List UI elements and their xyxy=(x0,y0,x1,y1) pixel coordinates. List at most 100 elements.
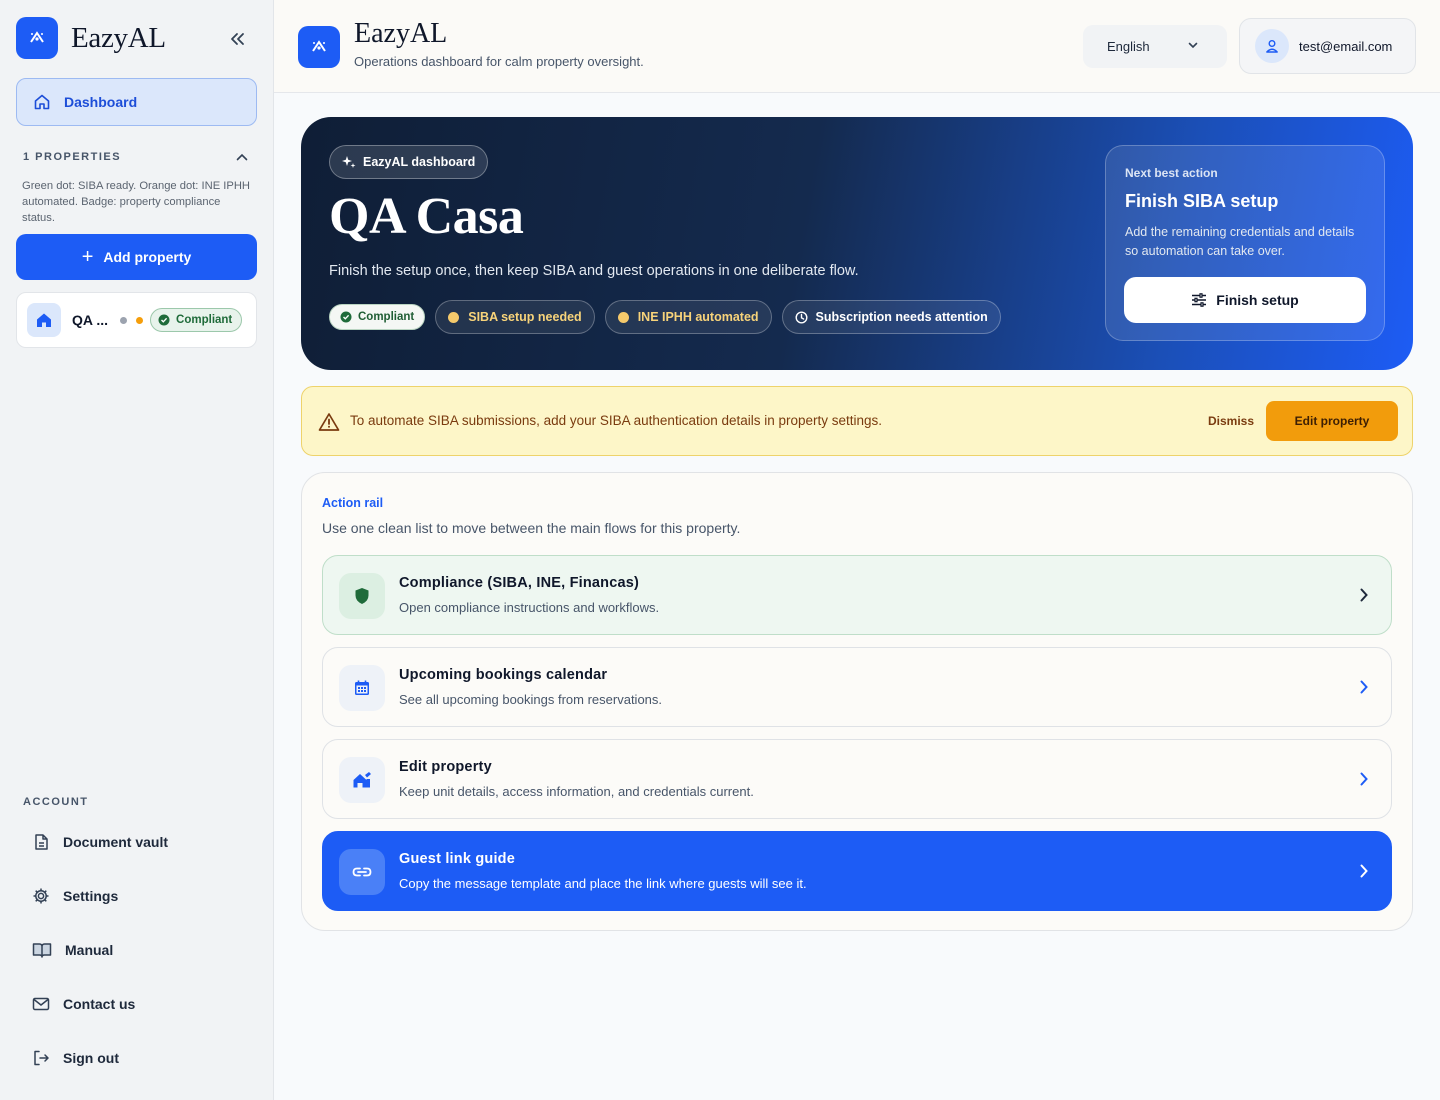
user-icon xyxy=(1255,29,1289,63)
alert-message: To automate SIBA submissions, add your S… xyxy=(350,413,883,428)
property-title: QA Casa xyxy=(329,188,524,245)
link-icon xyxy=(339,849,385,895)
rail-item-bookings-calendar[interactable]: Upcoming bookings calendar See all upcom… xyxy=(322,647,1392,727)
sidebar-item-settings[interactable]: Settings xyxy=(22,876,257,916)
account-header: ACCOUNT xyxy=(23,796,89,808)
brand-name: EazyAL xyxy=(71,21,166,54)
sign-out-icon xyxy=(34,1050,49,1066)
sidebar-item-manual[interactable]: Manual xyxy=(22,930,257,970)
property-home-icon xyxy=(27,303,61,337)
home-edit-icon xyxy=(339,757,385,803)
book-icon xyxy=(32,943,52,958)
rail-item-title: Guest link guide xyxy=(399,851,515,867)
sidebar-item-label: Document vault xyxy=(63,834,169,850)
top-header: EazyAL Operations dashboard for calm pro… xyxy=(274,0,1440,93)
sidebar-item-sign-out[interactable]: Sign out xyxy=(22,1038,257,1078)
compliant-badge-label: Compliant xyxy=(358,311,415,323)
hero-card: EazyAL dashboard QA Casa Finish the setu… xyxy=(301,117,1413,370)
rail-item-edit-property[interactable]: Edit property Keep unit details, access … xyxy=(322,739,1392,819)
user-email: test@email.com xyxy=(1299,38,1393,54)
property-compliance-badge: Compliant xyxy=(150,308,243,332)
sparkle-icon xyxy=(342,156,356,168)
rail-item-description: Copy the message template and place the … xyxy=(399,876,807,891)
ine-badge-label: INE IPHH automated xyxy=(637,310,759,324)
siba-alert-banner: To automate SIBA submissions, add your S… xyxy=(301,386,1413,456)
property-item-qa-casa[interactable]: QA ... Compliant xyxy=(16,292,257,348)
property-badge-label: Compliant xyxy=(176,314,233,326)
sidebar-item-label: Settings xyxy=(63,888,119,904)
next-action-eyebrow: Next best action xyxy=(1125,166,1218,180)
rail-item-title: Upcoming bookings calendar xyxy=(399,667,608,683)
rail-item-description: See all upcoming bookings from reservati… xyxy=(399,692,663,707)
rail-subtitle: Use one clean list to move between the m… xyxy=(322,520,741,536)
rail-eyebrow: Action rail xyxy=(322,496,384,510)
brand-logo-icon xyxy=(16,17,58,59)
dashboard-chip: EazyAL dashboard xyxy=(329,145,489,179)
collapse-sidebar-button[interactable] xyxy=(226,28,248,50)
header-logo-icon xyxy=(298,26,340,68)
add-property-button[interactable]: + Add property xyxy=(16,234,257,280)
status-legend: Green dot: SIBA ready. Orange dot: INE I… xyxy=(22,180,251,224)
action-rail: Action rail Use one clean list to move b… xyxy=(301,472,1413,931)
check-circle-icon xyxy=(340,311,352,323)
sidebar-item-label: Sign out xyxy=(63,1050,119,1066)
compliant-badge: Compliant xyxy=(329,304,426,330)
user-menu[interactable]: test@email.com xyxy=(1239,18,1416,74)
calendar-icon xyxy=(339,665,385,711)
nav-dashboard-label: Dashboard xyxy=(64,94,138,110)
chevron-right-icon xyxy=(1360,588,1368,602)
subscription-badge-label: Subscription needs attention xyxy=(815,310,988,324)
chevron-right-icon xyxy=(1360,772,1368,786)
sidebar: EazyAL Dashboard 1 PROPERTIES Green dot:… xyxy=(0,0,274,1100)
ine-status-dot xyxy=(136,316,144,324)
rail-item-compliance[interactable]: Compliance (SIBA, INE, Financas) Open co… xyxy=(322,555,1392,635)
header-title: EazyAL xyxy=(354,18,448,49)
chevron-up-icon xyxy=(236,153,248,161)
add-property-label: Add property xyxy=(103,249,192,265)
rail-item-description: Open compliance instructions and workflo… xyxy=(399,600,660,615)
mail-icon xyxy=(32,997,50,1011)
siba-setup-badge: SIBA setup needed xyxy=(435,300,595,334)
ine-iphh-badge: INE IPHH automated xyxy=(604,300,772,334)
dismiss-button[interactable]: Dismiss xyxy=(1208,414,1254,428)
plus-icon: + xyxy=(81,246,94,268)
alert-edit-property-button[interactable]: Edit property xyxy=(1266,401,1398,441)
language-value: English xyxy=(1107,39,1150,54)
chevron-right-icon xyxy=(1360,864,1368,878)
hero-subtitle: Finish the setup once, then keep SIBA an… xyxy=(329,263,859,279)
siba-badge-label: SIBA setup needed xyxy=(468,310,582,324)
brand[interactable]: EazyAL xyxy=(16,17,166,59)
warning-icon xyxy=(318,413,340,431)
rail-item-description: Keep unit details, access information, a… xyxy=(399,784,754,799)
shield-icon xyxy=(339,573,385,619)
status-badges: Compliant SIBA setup needed INE IPHH aut… xyxy=(329,300,1011,334)
next-best-action-card: Next best action Finish SIBA setup Add t… xyxy=(1105,145,1385,341)
nav-dashboard[interactable]: Dashboard xyxy=(16,78,257,126)
check-circle-icon xyxy=(158,314,170,326)
sidebar-item-contact-us[interactable]: Contact us xyxy=(22,984,257,1024)
siba-status-dot xyxy=(120,316,128,324)
properties-collapse-toggle[interactable] xyxy=(234,150,250,164)
document-icon xyxy=(35,834,48,850)
header-subtitle: Operations dashboard for calm property o… xyxy=(354,54,644,69)
sidebar-item-label: Contact us xyxy=(63,996,136,1012)
siba-status-dot xyxy=(448,311,460,323)
sidebar-item-label: Manual xyxy=(65,942,114,958)
rail-item-title: Edit property xyxy=(399,759,492,775)
language-select[interactable]: English xyxy=(1083,25,1227,68)
sidebar-item-document-vault[interactable]: Document vault xyxy=(22,822,257,862)
finish-setup-label: Finish setup xyxy=(1216,292,1299,308)
rail-item-guest-link-guide[interactable]: Guest link guide Copy the message templa… xyxy=(322,831,1392,911)
ine-status-dot xyxy=(617,311,629,323)
dashboard-chip-label: EazyAL dashboard xyxy=(363,155,476,169)
chevron-right-icon xyxy=(1360,680,1368,694)
chevron-down-icon xyxy=(1188,42,1198,49)
finish-setup-button[interactable]: Finish setup xyxy=(1124,277,1366,323)
properties-header: 1 PROPERTIES xyxy=(23,151,122,163)
home-icon xyxy=(34,94,50,110)
property-name: QA ... xyxy=(72,312,109,328)
clock-icon xyxy=(795,310,808,324)
rail-item-title: Compliance (SIBA, INE, Financas) xyxy=(399,575,640,591)
gear-icon xyxy=(33,888,49,904)
subscription-badge: Subscription needs attention xyxy=(781,300,1001,334)
